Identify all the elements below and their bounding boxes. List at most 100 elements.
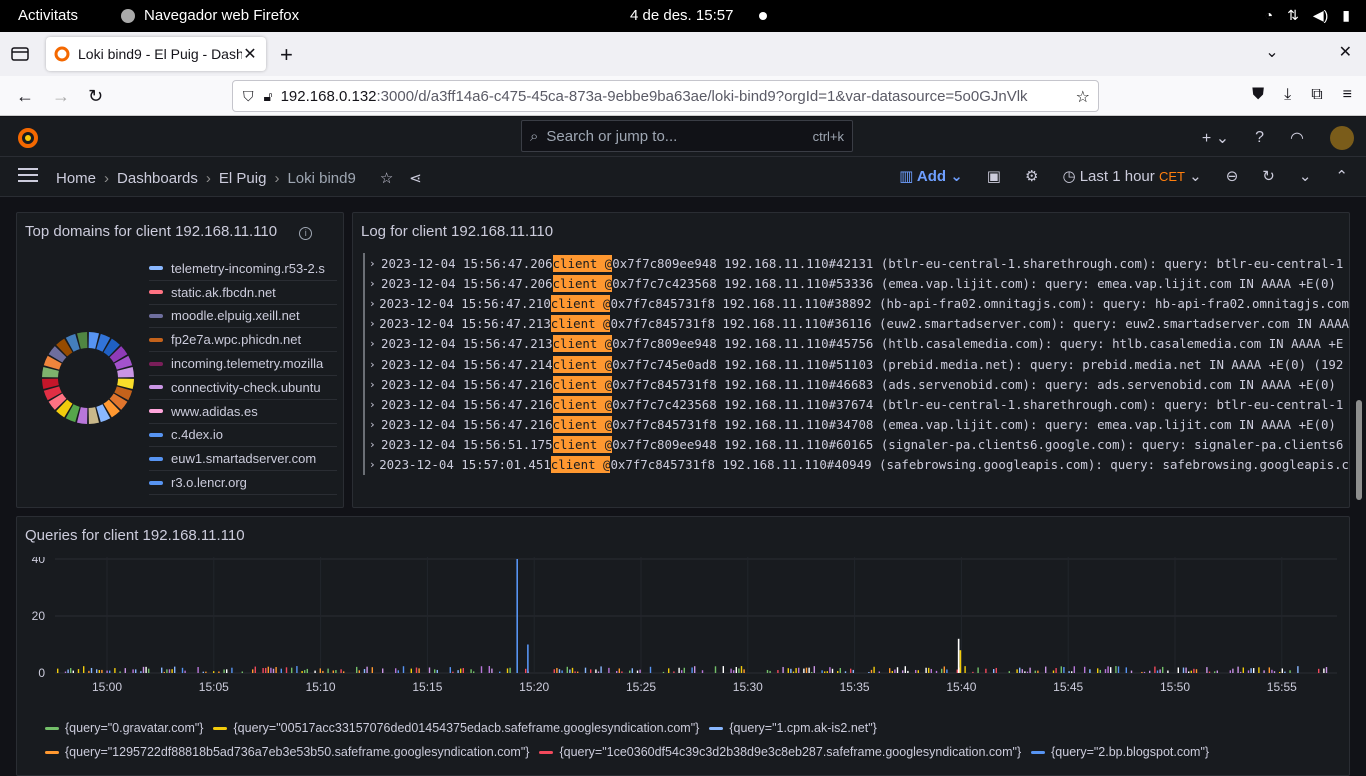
log-row[interactable]: › 2023-12-04 15:56:47.216 client @0x7f7c8… (363, 374, 1349, 395)
chart-legend-item[interactable]: {query="1.cpm.ak-is2.net"} (709, 721, 877, 735)
legend-item[interactable]: euw1.smartadserver.com (149, 447, 337, 472)
refresh-interval-chevron-icon[interactable]: ⌄ (1299, 167, 1312, 185)
browser-tab[interactable]: Loki bind9 - El Puig - Dash ✕ (46, 37, 266, 71)
log-row[interactable]: › 2023-12-04 15:56:47.206 client @0x7f7c7… (363, 273, 1349, 294)
expand-chevron-icon[interactable]: › (369, 458, 379, 471)
hamburger-menu-icon[interactable]: ≡ (1343, 86, 1352, 104)
help-icon[interactable]: ? (1255, 129, 1264, 147)
log-message: 0x7f7c845731f8 192.168.11.110#40949 (saf… (610, 457, 1349, 473)
legend-item[interactable]: connectivity-check.ubuntu (149, 376, 337, 400)
avatar[interactable] (1330, 126, 1354, 150)
breadcrumb-folder[interactable]: El Puig (219, 170, 267, 187)
new-icon[interactable]: + ⌄ (1202, 128, 1229, 148)
chart-bar (83, 666, 85, 673)
insecure-lock-icon[interactable]: 🔓︎ (264, 88, 273, 105)
chart-bar (161, 667, 163, 673)
chart-legend-item[interactable]: {query="1295722df88818b5ad736a7eb3e53b50… (45, 745, 529, 759)
breadcrumb-dashboards[interactable]: Dashboards (117, 170, 198, 187)
chart-legend-item[interactable]: {query="0.gravatar.com"} (45, 721, 203, 735)
shield-icon[interactable]: ⛉ (243, 88, 254, 105)
legend-item[interactable]: r3.o.lencr.org (149, 471, 337, 495)
new-tab-button[interactable]: + (280, 42, 293, 68)
expand-chevron-icon[interactable]: › (369, 418, 381, 431)
queries-panel[interactable]: Queries for client 192.168.11.110 0 20 40 1… (16, 516, 1350, 776)
bookmark-star-icon[interactable]: ☆ (1076, 87, 1090, 107)
extensions-icon[interactable]: ⧉ (1311, 86, 1322, 104)
legend-item[interactable]: moodle.elpuig.xeill.net (149, 305, 337, 329)
log-row[interactable]: › 2023-12-04 15:56:47.206 client @0x7f7c8… (363, 253, 1349, 274)
log-row[interactable]: › 2023-12-04 15:56:47.216 client @0x7f7c7… (363, 394, 1349, 415)
zoom-out-icon[interactable]: ⊖ (1226, 167, 1239, 185)
clock[interactable]: 4 de des. 15:57 (630, 7, 733, 24)
expand-chevron-icon[interactable]: › (369, 358, 381, 371)
chart-bar (629, 670, 631, 673)
chart-bar (314, 670, 316, 673)
close-window-icon[interactable]: ✕ (1339, 42, 1352, 62)
log-row[interactable]: › 2023-12-04 15:56:47.210 client @0x7f7c8… (363, 293, 1349, 314)
chart-bar (662, 671, 665, 673)
expand-chevron-icon[interactable]: › (369, 337, 381, 350)
legend-item[interactable]: telemetry-incoming.r53-2.s (149, 257, 337, 281)
share-icon[interactable]: ⋖ (409, 169, 422, 187)
url-bar[interactable]: ⛉ 🔓︎ 192.168.0.132 :3000/d/a3ff14a6-c475… (232, 80, 1099, 112)
grafana-logo-icon[interactable] (16, 126, 40, 150)
star-icon[interactable]: ☆ (380, 169, 393, 187)
log-row[interactable]: › 2023-12-04 15:57:01.451 client @0x7f7c8… (363, 454, 1349, 476)
legend-label: connectivity-check.ubuntu (171, 379, 321, 395)
chart-legend-item[interactable]: {query="2.bp.blogspot.com"} (1031, 745, 1209, 759)
list-tabs-icon[interactable]: ⌄ (1265, 42, 1278, 62)
info-icon[interactable]: i (299, 227, 313, 240)
legend-item[interactable]: static.ak.fbcdn.net (149, 281, 337, 305)
expand-chevron-icon[interactable]: › (369, 257, 381, 270)
page-scrollbar[interactable] (1356, 400, 1362, 500)
chart-legend-item[interactable]: {query="00517acc33157076ded01454375edacb… (213, 721, 699, 735)
reload-icon[interactable]: ↻ (88, 86, 103, 107)
chart-bar (1154, 666, 1156, 673)
breadcrumb-home[interactable]: Home (56, 170, 96, 187)
search-input[interactable]: ⌕ Search or jump to... ctrl+k (521, 120, 853, 152)
legend-item[interactable]: fp2e7a.wpc.phicdn.net (149, 328, 337, 353)
legend-item[interactable]: c.4dex.io (149, 424, 337, 448)
chart-bar (1185, 667, 1187, 673)
settings-gear-icon[interactable]: ⚙ (1025, 167, 1038, 185)
expand-chevron-icon[interactable]: › (369, 277, 381, 290)
log-row[interactable]: › 2023-12-04 15:56:47.214 client @0x7f7c7… (363, 353, 1349, 375)
log-row[interactable]: › 2023-12-04 15:56:51.175 client @0x7f7c8… (363, 434, 1349, 455)
news-feed-icon[interactable]: ◠ (1290, 128, 1304, 148)
log-message: 0x7f7c809ee948 192.168.11.110#42131 (btl… (612, 255, 1344, 271)
expand-chevron-icon[interactable]: › (369, 398, 381, 411)
expand-chevron-icon[interactable]: › (369, 297, 379, 310)
chart-bar (1250, 668, 1252, 673)
log-row[interactable]: › 2023-12-04 15:56:47.213 client @0x7f7c8… (363, 313, 1349, 334)
save-icon[interactable]: ▣ (987, 167, 1001, 185)
log-panel[interactable]: Log for client 192.168.11.110 › 2023-12-0… (352, 212, 1350, 508)
chart-bar (306, 668, 308, 673)
chart-bar (301, 670, 303, 673)
pocket-icon[interactable]: ⛊ (1252, 86, 1264, 104)
time-picker[interactable]: ◷ Last 1 hour CET ⌄ (1062, 167, 1201, 185)
menu-icon[interactable] (18, 168, 38, 184)
chart-bar (930, 668, 932, 673)
expand-chevron-icon[interactable]: › (369, 317, 379, 330)
add-button[interactable]: ▥ Add ⌄ (899, 167, 963, 185)
chart-legend-item[interactable]: {query="1ce0360df54c39c3d2b38d9e3c8eb287… (539, 745, 1021, 759)
log-row[interactable]: › 2023-12-04 15:56:47.213 client @0x7f7c8… (363, 333, 1349, 354)
expand-chevron-icon[interactable]: › (369, 438, 381, 451)
chart-bar (1242, 667, 1244, 673)
chart-bar (291, 667, 293, 673)
activities-button[interactable]: Activitats (18, 7, 78, 24)
forward-icon[interactable]: → (52, 86, 70, 107)
system-tray[interactable]: ◔ ⇅ ◀) ▮ (1265, 7, 1350, 24)
downloads-icon[interactable]: ⤓ (1284, 86, 1291, 104)
legend-item[interactable]: incoming.telemetry.mozilla (149, 352, 337, 376)
close-tab-icon[interactable]: ✕ (242, 44, 258, 64)
top-domains-panel[interactable]: Top domains for client 192.168.11.110 i … (16, 212, 344, 508)
firefox-view-icon[interactable] (10, 44, 30, 64)
legend-item[interactable]: www.adidas.es (149, 400, 337, 424)
app-menu[interactable]: Navegador web Firefox (120, 7, 299, 24)
refresh-icon[interactable]: ↻ (1262, 167, 1275, 185)
log-row[interactable]: › 2023-12-04 15:56:47.216 client @0x7f7c8… (363, 414, 1349, 435)
collapse-chevron-up-icon[interactable]: ⌃ (1335, 167, 1348, 185)
back-icon[interactable]: ← (16, 86, 34, 107)
expand-chevron-icon[interactable]: › (369, 378, 381, 391)
